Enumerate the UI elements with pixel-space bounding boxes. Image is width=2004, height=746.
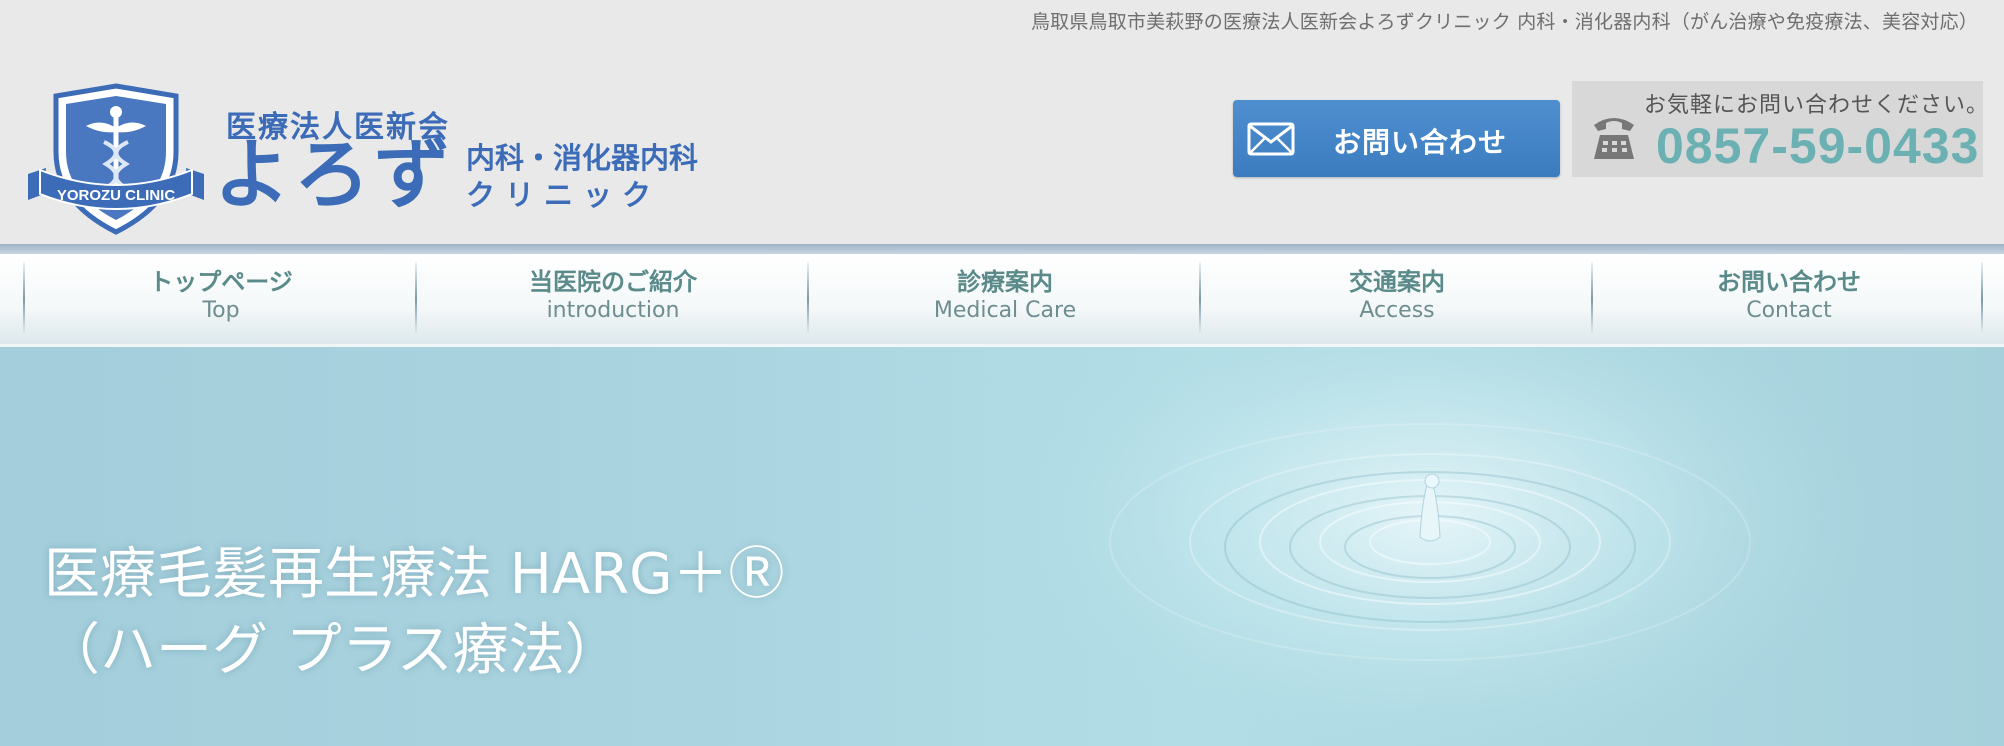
logo-clinic-name: よろず — [214, 130, 454, 219]
nav-item-contact[interactable]: お問い合わせ Contact — [1594, 264, 1984, 336]
clinic-logo[interactable]: YOROZU CLINIC 医療法人医新会 よろず 内科・消化器内科 クリニック — [26, 82, 698, 242]
nav-item-label-jp: 診療案内 — [957, 268, 1053, 296]
logo-department: 内科・消化器内科 — [466, 141, 699, 175]
contact-button-label: お問い合わせ — [1333, 126, 1508, 159]
nav-item-top[interactable]: トップページ Top — [26, 264, 416, 336]
nav-separator — [23, 262, 25, 336]
nav-item-label-en: Contact — [1746, 297, 1832, 323]
phone-contact-box[interactable]: お気軽にお問い合わせください。 0857-59-0433 — [1572, 81, 1988, 177]
site-tagline: 鳥取県鳥取市美萩野の医療法人医新会よろずクリニック 内科・消化器内科（がん治療や… — [1030, 11, 1978, 33]
phone-number[interactable]: 0857-59-0433 — [1656, 117, 1979, 175]
global-nav: トップページ Top 当医院のご紹介 introduction 診療案内 Med… — [0, 254, 2004, 347]
hero-title: 医療毛髪再生療法 HARG＋Ⓡ （ハーグ プラス療法） — [44, 537, 785, 689]
nav-item-label-en: Top — [202, 297, 240, 323]
logo-subtitle: クリニック — [466, 178, 662, 212]
nav-item-label-jp: お問い合わせ — [1717, 268, 1861, 296]
nav-item-label-en: Medical Care — [933, 297, 1077, 323]
nav-separator — [1591, 262, 1593, 336]
contact-button[interactable]: お問い合わせ — [1233, 100, 1560, 177]
phone-caption: お気軽にお問い合わせください。 — [1644, 93, 1990, 118]
nav-item-introduction[interactable]: 当医院のご紹介 introduction — [418, 264, 808, 336]
nav-item-label-jp: トップページ — [149, 268, 293, 296]
nav-item-label-en: introduction — [546, 297, 680, 323]
hero-banner: 医療毛髪再生療法 HARG＋Ⓡ （ハーグ プラス療法） — [0, 347, 2004, 746]
nav-item-access[interactable]: 交通案内 Access — [1202, 264, 1592, 336]
nav-separator — [415, 262, 417, 336]
nav-item-label-jp: 当医院のご紹介 — [529, 268, 697, 296]
telephone-icon — [1594, 118, 1634, 159]
nav-separator — [807, 262, 809, 336]
header-divider — [0, 244, 2004, 254]
envelope-icon — [1247, 122, 1295, 156]
nav-item-label-en: Access — [1359, 297, 1435, 323]
emblem-text: YOROZU CLINIC — [57, 187, 175, 204]
nav-item-medical-care[interactable]: 診療案内 Medical Care — [810, 264, 1200, 336]
nav-item-label-jp: 交通案内 — [1349, 268, 1445, 296]
nav-separator — [1199, 262, 1201, 336]
site-header: 鳥取県鳥取市美萩野の医療法人医新会よろずクリニック 内科・消化器内科（がん治療や… — [0, 0, 2004, 244]
shield-caduceus-emblem-icon: YOROZU CLINIC — [28, 83, 204, 235]
nav-separator — [1981, 262, 1983, 336]
hero-title-line2: （ハーグ プラス療法） — [44, 618, 621, 683]
hero-title-line1: 医療毛髪再生療法 HARG＋Ⓡ — [44, 542, 785, 607]
